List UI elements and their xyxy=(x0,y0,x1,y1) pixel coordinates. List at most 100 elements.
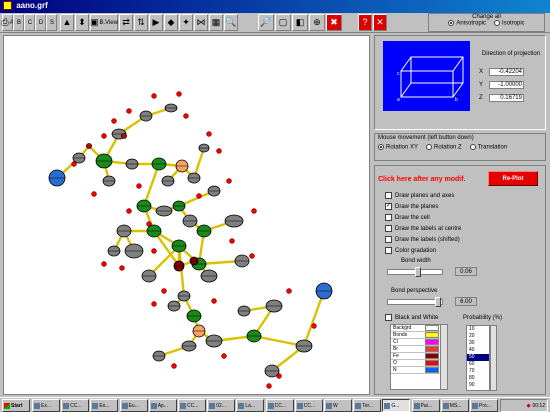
stop-button[interactable]: ✖ xyxy=(326,14,342,31)
replot-button[interactable]: Re-Plot xyxy=(488,171,538,186)
molecule-drawing[interactable] xyxy=(4,36,369,394)
probability-list[interactable]: 10 20 30 40 50 60 70 80 90 xyxy=(466,325,490,391)
probability-option[interactable]: 40 xyxy=(467,347,489,354)
hydrogen-atom xyxy=(206,131,212,137)
move-button[interactable]: ⬍ xyxy=(75,14,89,31)
view-button[interactable]: ◧ xyxy=(292,14,308,31)
atom-color-swatch[interactable] xyxy=(425,367,439,373)
tool-button-15[interactable]: ▦ xyxy=(209,14,223,31)
cell-orientation-view[interactable]: c b a xyxy=(383,41,470,111)
taskbar-item-label: Ex... xyxy=(41,402,52,409)
help-button[interactable]: ? xyxy=(358,14,372,31)
close-button[interactable]: ✕ xyxy=(373,14,387,31)
draw-planes-axes-checkbox[interactable]: Draw planes and axes xyxy=(385,192,454,199)
probability-scrollbar[interactable] xyxy=(490,325,497,391)
system-tray: ◆ 00:12 xyxy=(500,399,548,412)
proj-y-field[interactable]: -1.00000 xyxy=(489,81,524,89)
atom-color-swatch[interactable] xyxy=(425,353,439,359)
labels-shifted-checkbox[interactable]: Draw the labels (shifted) xyxy=(385,236,460,243)
taskbar-item[interactable]: 02... xyxy=(207,399,236,412)
probability-option[interactable]: 20 xyxy=(467,333,489,340)
probability-option[interactable]: 10 xyxy=(467,326,489,333)
probability-option[interactable]: 50 xyxy=(467,354,489,361)
atom-color-swatch[interactable] xyxy=(425,339,439,345)
draw-cell-checkbox[interactable]: Draw the cell xyxy=(385,214,430,221)
tool-button-11[interactable]: ▶ xyxy=(149,14,163,31)
bview-button[interactable]: ▣ B.View xyxy=(90,14,118,31)
proj-x-field[interactable]: -0.42204 xyxy=(489,68,524,76)
probability-option[interactable]: 70 xyxy=(467,368,489,375)
color-gradation-checkbox[interactable]: Color gradation xyxy=(385,247,436,254)
zoom-in-button[interactable]: 🔍 xyxy=(224,14,238,31)
bond-perspective-slider[interactable] xyxy=(387,297,443,307)
rotation-xy-radio[interactable]: Rotation XY xyxy=(378,144,418,151)
taskbar-item[interactable]: Pai... xyxy=(411,399,440,412)
tray-icon[interactable]: ◆ xyxy=(527,403,531,409)
probability-option[interactable]: 90 xyxy=(467,382,489,389)
taskbar-item[interactable]: G... xyxy=(382,399,411,412)
atom-color-swatch[interactable] xyxy=(425,325,439,331)
tool-button-13[interactable]: ✦ xyxy=(179,14,193,31)
atom-color-row[interactable]: Br xyxy=(391,346,447,353)
hydrogen-atom xyxy=(183,113,189,119)
translation-radio[interactable]: Translation xyxy=(469,144,507,151)
taskbar-item[interactable]: Eu... xyxy=(119,399,148,412)
draw-planes-checkbox[interactable]: ✓ Draw the planes xyxy=(385,203,438,210)
bond-perspective-thumb[interactable] xyxy=(435,297,441,307)
atoms-button[interactable]: ▲ xyxy=(60,14,74,31)
probability-option[interactable]: 80 xyxy=(467,375,489,382)
atom-color-row[interactable]: Bonds xyxy=(391,332,447,339)
rotation-z-radio[interactable]: Rotation Z xyxy=(426,144,462,151)
atom-color-row[interactable]: Backgrd xyxy=(391,325,447,332)
rotate-y-button[interactable]: ⇅ xyxy=(134,14,148,31)
label-b-button[interactable]: B xyxy=(13,14,24,31)
atom-color-row[interactable]: Cl xyxy=(391,339,447,346)
isotropic-radio[interactable]: Isotropic xyxy=(494,20,525,27)
atom-color-row[interactable]: Fe xyxy=(391,353,447,360)
label-s-button[interactable]: S xyxy=(46,14,57,31)
start-button[interactable]: Start xyxy=(2,399,30,412)
taskbar-item[interactable]: Ap... xyxy=(148,399,177,412)
probability-option[interactable]: 60 xyxy=(467,361,489,368)
taskbar-item[interactable]: Ex... xyxy=(32,399,60,412)
labels-centre-checkbox[interactable]: Draw the labels at centre xyxy=(385,225,461,232)
hydrogen-atom xyxy=(126,108,132,114)
molecule-canvas[interactable] xyxy=(3,35,370,395)
rotate-x-button[interactable]: ⇄ xyxy=(119,14,133,31)
atom-color-swatch[interactable] xyxy=(425,332,439,338)
taskbar-item[interactable]: La... xyxy=(236,399,265,412)
atom-color-row[interactable]: O xyxy=(391,360,447,367)
proj-z-field[interactable]: 0.16719 xyxy=(489,94,524,102)
taskbar-item[interactable]: Ter... xyxy=(353,399,382,412)
label-c-button[interactable]: C xyxy=(24,14,35,31)
bond-width-thumb[interactable] xyxy=(415,267,421,277)
anisotropic-radio[interactable]: Anisotropic xyxy=(448,20,486,27)
atom-list-scrollbar[interactable] xyxy=(440,325,447,389)
fit-button[interactable]: ▢ xyxy=(275,14,291,31)
atom-color-list[interactable]: Backgrd Bonds Cl Br Fe O N xyxy=(390,324,448,390)
black-white-checkbox[interactable]: Black and White xyxy=(385,314,438,321)
probability-option[interactable]: 30 xyxy=(467,340,489,347)
svg-text:c: c xyxy=(397,71,400,77)
taskbar-item[interactable]: MS... xyxy=(440,399,469,412)
bond-width-slider[interactable] xyxy=(387,267,443,277)
taskbar-item[interactable]: Ex... xyxy=(90,399,119,412)
taskbar-item[interactable]: Pro... xyxy=(470,399,498,412)
atom-color-swatch[interactable] xyxy=(425,346,439,352)
taskbar-item[interactable]: CC... xyxy=(61,399,90,412)
svg-text:b: b xyxy=(455,97,458,103)
hydrogen-atom xyxy=(176,91,182,97)
center-button[interactable]: ⊕ xyxy=(309,14,325,31)
label-d-button[interactable]: D xyxy=(35,14,46,31)
atom-color-row[interactable]: N xyxy=(391,367,447,374)
atom-name: N xyxy=(393,367,397,373)
taskbar-item[interactable]: W xyxy=(324,399,352,412)
tool-button-12[interactable]: ◆ xyxy=(164,14,178,31)
tool-button-14[interactable]: ⋈ xyxy=(194,14,208,31)
atom-color-swatch[interactable] xyxy=(425,360,439,366)
taskbar-item[interactable]: CC... xyxy=(294,399,323,412)
label-a-button[interactable]: ⎙ A xyxy=(1,14,14,31)
zoom-out-button[interactable]: 🔎 xyxy=(258,14,274,31)
taskbar-item[interactable]: CC... xyxy=(265,399,294,412)
taskbar-item[interactable]: CC... xyxy=(178,399,206,412)
